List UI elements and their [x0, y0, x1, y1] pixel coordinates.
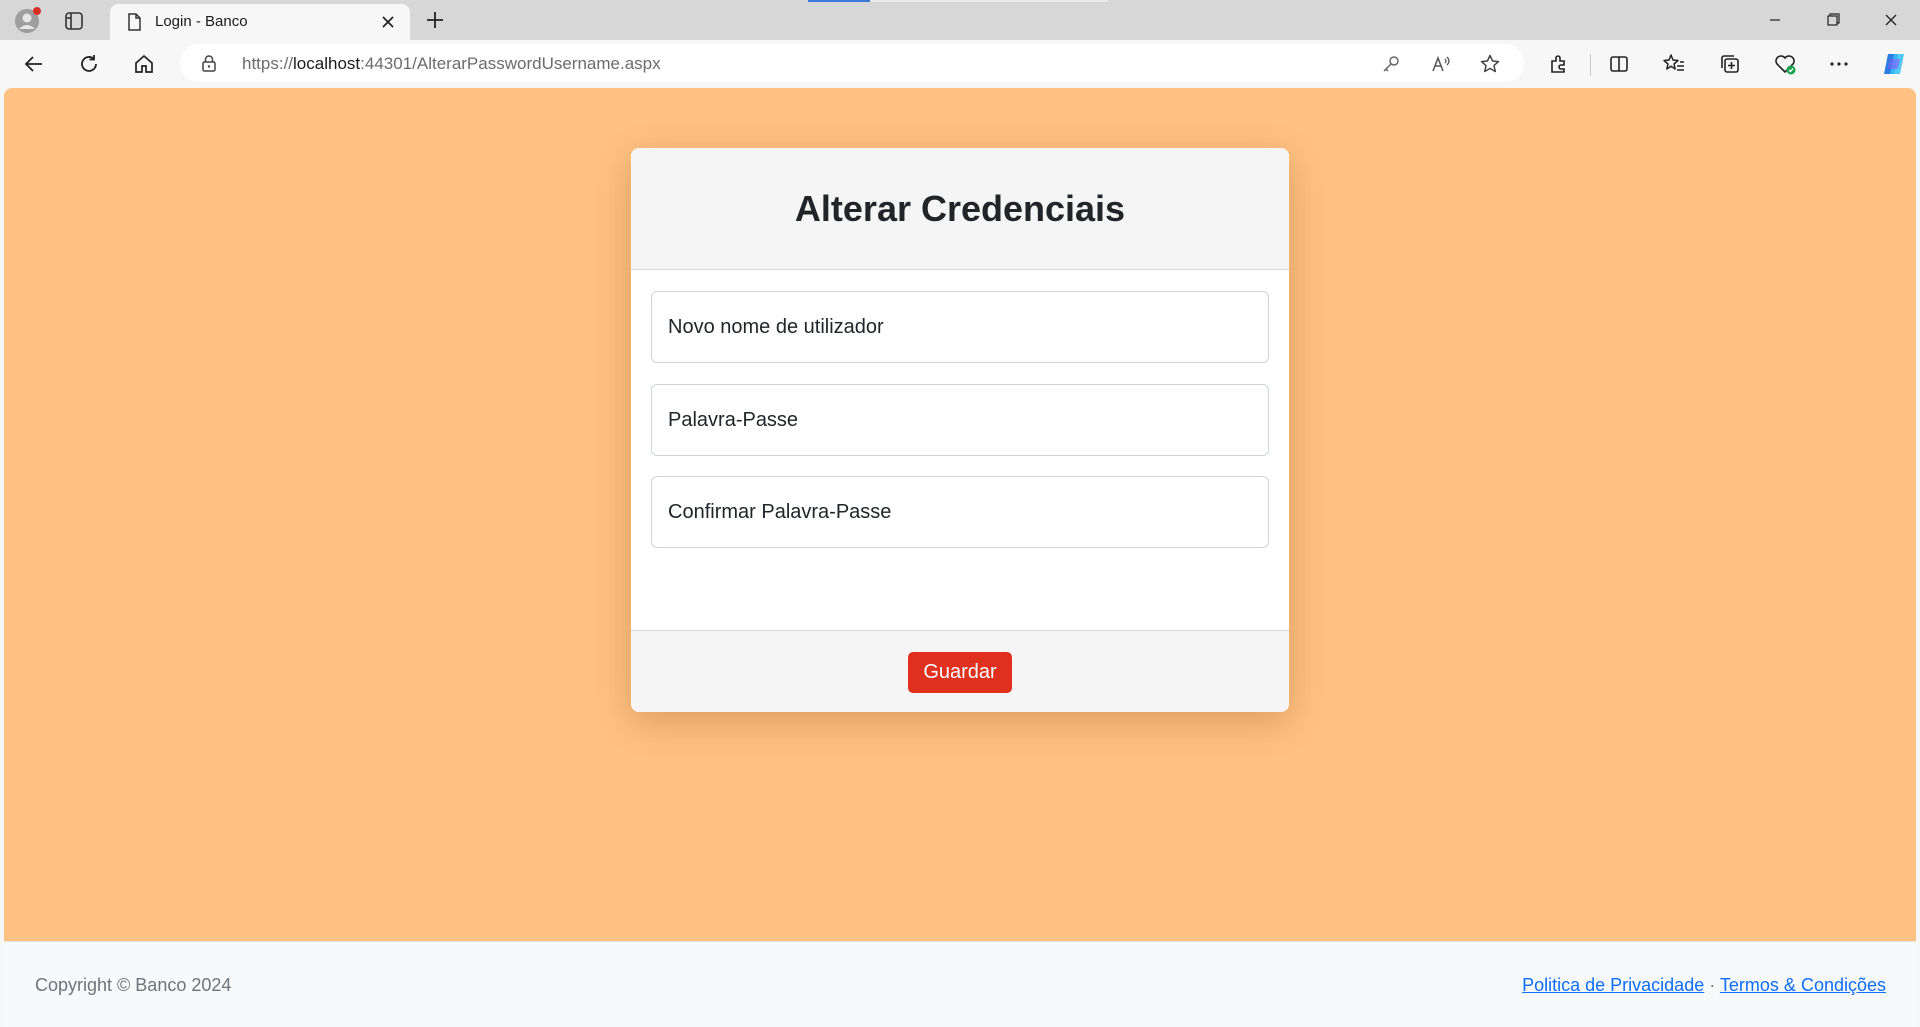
address-bar[interactable]: https://localhost:44301/AlterarPasswordU…: [180, 44, 1524, 82]
home-icon[interactable]: [128, 48, 160, 80]
back-arrow-icon[interactable]: [18, 48, 50, 80]
lock-icon[interactable]: [200, 54, 218, 72]
toolbar-divider: [1590, 54, 1591, 76]
privacy-policy-link[interactable]: Politica de Privacidade: [1522, 975, 1704, 995]
tab-actions-icon[interactable]: [63, 10, 85, 32]
save-button[interactable]: Guardar: [908, 652, 1012, 693]
page-title: Alterar Credenciais: [794, 188, 1126, 229]
close-tab-icon[interactable]: [378, 12, 398, 32]
collections-icon[interactable]: [1714, 48, 1746, 80]
url-text[interactable]: https://localhost:44301/AlterarPasswordU…: [242, 54, 661, 74]
favorites-list-icon[interactable]: [1658, 48, 1690, 80]
restore-window-icon[interactable]: [1810, 6, 1856, 34]
refresh-icon[interactable]: [73, 48, 105, 80]
more-options-icon[interactable]: [1823, 48, 1855, 80]
password-key-icon[interactable]: [1380, 53, 1402, 75]
profile-avatar-icon[interactable]: [14, 7, 41, 34]
page-viewport: Alterar Credenciais Guardar Copyright © …: [4, 88, 1916, 1027]
footer-separator: ·: [1709, 975, 1716, 995]
credentials-card: Alterar Credenciais Guardar: [631, 148, 1289, 712]
browser-essentials-icon[interactable]: [1769, 48, 1801, 80]
new-tab-icon[interactable]: [423, 8, 447, 32]
new-username-input[interactable]: [651, 291, 1269, 363]
copyright-text: Copyright © Banco 2024: [35, 975, 232, 995]
site-footer: Copyright © Banco 2024 Politica de Priva…: [4, 941, 1916, 1027]
confirm-password-input[interactable]: [651, 476, 1269, 548]
loading-progress-bar: [808, 0, 1108, 2]
footer-links: Politica de Privacidade · Termos & Condi…: [1522, 975, 1886, 996]
minimize-icon[interactable]: [1752, 6, 1798, 34]
browser-tab-active[interactable]: Login - Banco: [110, 4, 410, 40]
browser-toolbar: https://localhost:44301/AlterarPasswordU…: [0, 40, 1920, 88]
extensions-icon[interactable]: [1543, 48, 1575, 80]
page-document-icon: [124, 12, 144, 32]
close-window-icon[interactable]: [1868, 6, 1914, 34]
card-header: Alterar Credenciais: [631, 148, 1289, 270]
password-input[interactable]: [651, 384, 1269, 456]
browser-tab-bar: Login - Banco: [0, 0, 1920, 40]
terms-link[interactable]: Termos & Condições: [1720, 975, 1886, 995]
tab-title: Login - Banco: [155, 13, 248, 30]
copilot-icon[interactable]: [1878, 48, 1910, 80]
favorite-star-icon[interactable]: [1479, 53, 1501, 75]
card-footer: Guardar: [631, 630, 1289, 712]
split-screen-icon[interactable]: [1603, 48, 1635, 80]
read-aloud-icon[interactable]: [1430, 53, 1452, 75]
